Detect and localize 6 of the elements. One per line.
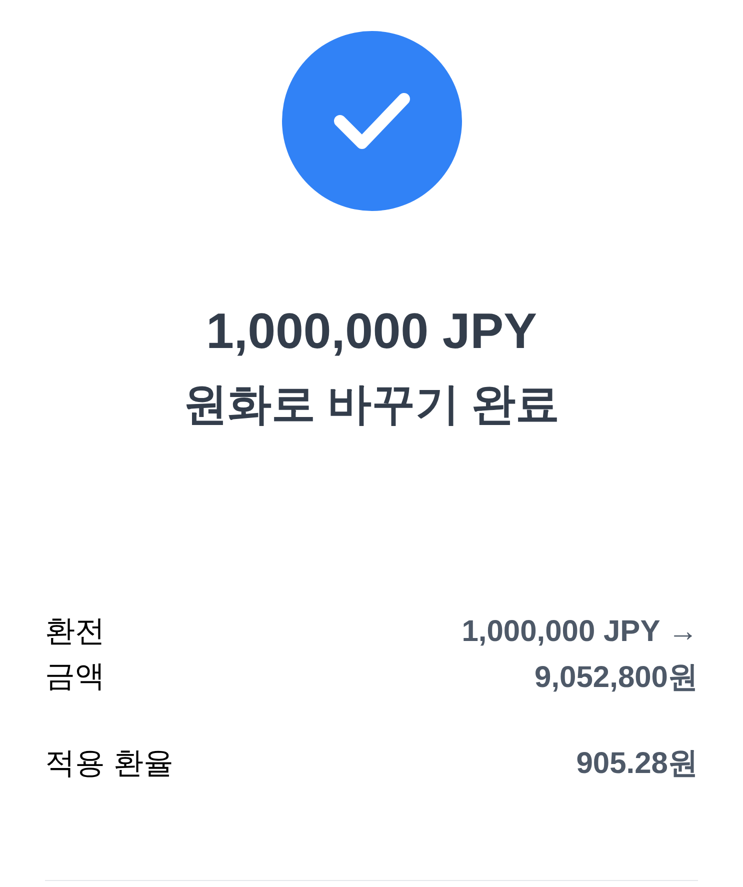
detail-label: 환전 금액 bbox=[45, 614, 106, 695]
completion-message: 원화로 바꾸기 완료 bbox=[183, 379, 560, 431]
detail-value: 1,000,000 JPY → 9,052,800원 bbox=[460, 614, 698, 696]
detail-label: 적용 환율 bbox=[45, 746, 174, 782]
detail-value: 905.28원 bbox=[575, 746, 698, 782]
amount-title: 1,000,000 JPY bbox=[206, 302, 537, 361]
